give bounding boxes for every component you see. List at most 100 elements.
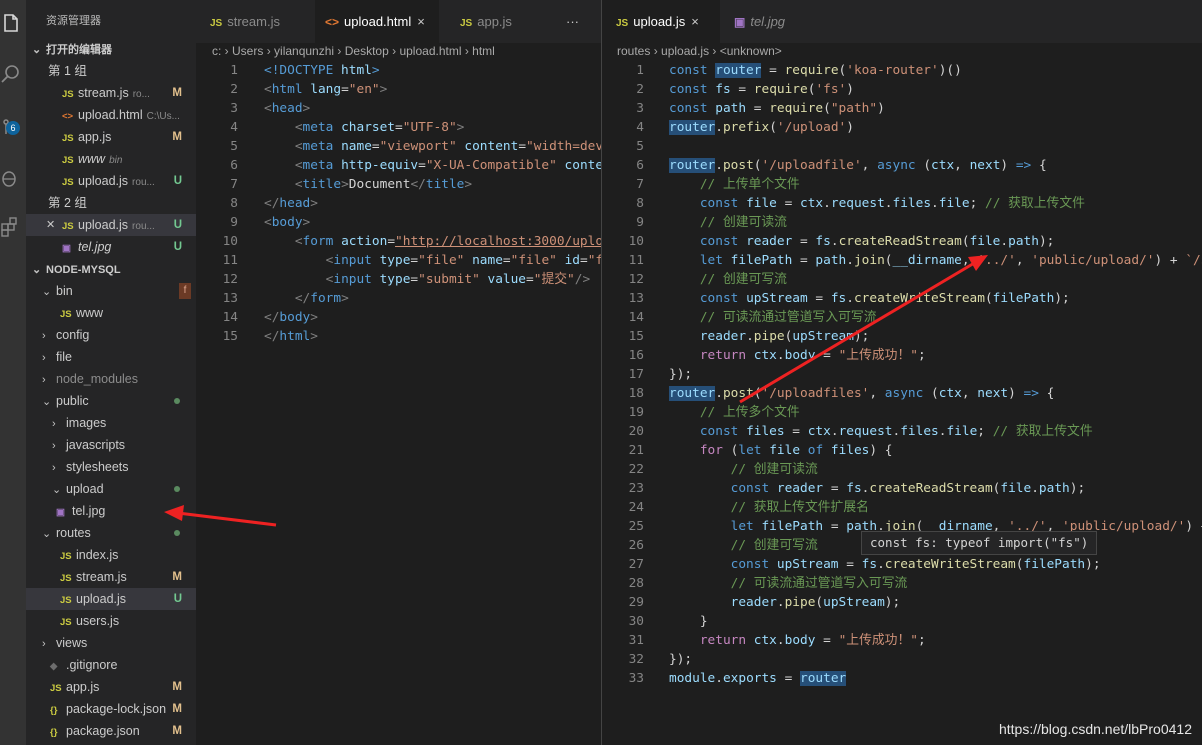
open-editor-item[interactable]: JS www bin bbox=[26, 148, 196, 170]
tree-folder[interactable]: ⌄ upload bbox=[26, 478, 196, 500]
tree-file[interactable]: {} package-lock.json M bbox=[26, 698, 196, 720]
code-token: "http://localhost:3000/upload/uploadfile… bbox=[395, 234, 601, 249]
left-code-editor[interactable]: 1 <!DOCTYPE html> 2 <html lang="en"> 3 <head>… bbox=[196, 61, 601, 745]
code-token: > bbox=[302, 101, 311, 116]
breadcrumb-item[interactable]: yilanqunzhi bbox=[274, 44, 334, 58]
explorer-icon[interactable] bbox=[0, 8, 26, 38]
code-token: router bbox=[715, 63, 762, 78]
code-line: const file = ctx.request.files.file; // … bbox=[669, 194, 1085, 213]
more-actions-icon[interactable]: ··· bbox=[566, 0, 596, 43]
code-line: <!DOCTYPE html> bbox=[264, 61, 380, 80]
git-status-badge: M bbox=[172, 703, 182, 715]
tree-file[interactable]: JS users.js bbox=[26, 610, 196, 632]
tree-folder[interactable]: › views bbox=[26, 632, 196, 654]
code-token: ( bbox=[961, 234, 970, 249]
open-editor-item[interactable]: JS stream.js ro... M bbox=[26, 82, 196, 104]
tree-folder[interactable]: ⌄ routes bbox=[26, 522, 196, 544]
tree-folder[interactable]: › javascripts bbox=[26, 434, 196, 456]
line-number: 4 bbox=[636, 120, 644, 135]
line-number: 11 bbox=[628, 253, 644, 268]
open-editor-item[interactable]: ▣ tel.jpg U bbox=[26, 236, 196, 258]
breadcrumb-item[interactable]: c: bbox=[212, 44, 221, 58]
code-token: < bbox=[294, 234, 303, 249]
code-token: ( bbox=[769, 120, 777, 135]
close-icon[interactable]: × bbox=[417, 14, 425, 29]
code-token: = bbox=[823, 519, 847, 534]
line-number: 7 bbox=[230, 177, 238, 192]
tree-file[interactable]: JS index.js bbox=[26, 544, 196, 566]
code-token: // 获取上传文件 bbox=[985, 196, 1085, 211]
code-token: router bbox=[669, 120, 716, 135]
code-token: Document bbox=[348, 177, 411, 192]
code-token: // 获取上传文件 bbox=[992, 424, 1093, 439]
tree-folder[interactable]: ⌄ bin f bbox=[26, 280, 196, 302]
code-token: body bbox=[784, 348, 816, 363]
activity-bar: 6 bbox=[0, 0, 26, 745]
tab-upload-js[interactable]: JS upload.js × bbox=[602, 0, 720, 43]
line-number: 23 bbox=[628, 481, 644, 496]
code-token: file bbox=[938, 196, 970, 211]
code-token: = bbox=[784, 424, 808, 439]
open-editors-header[interactable]: ⌄ 打开的编辑器 bbox=[26, 40, 196, 60]
tree-file[interactable]: ▣ tel.jpg bbox=[26, 500, 196, 522]
open-editor-item[interactable]: <> upload.html C:\Us... bbox=[26, 104, 196, 126]
code-token: '../' bbox=[977, 253, 1016, 268]
project-header[interactable]: ⌄ NODE-MYSQL bbox=[26, 260, 196, 280]
breadcrumb-item[interactable]: html bbox=[472, 44, 495, 58]
close-icon[interactable]: × bbox=[691, 14, 699, 29]
breadcrumb-item[interactable]: Users bbox=[232, 44, 263, 58]
code-line: const reader = fs.createReadStream(file.… bbox=[669, 232, 1055, 251]
code-token: . bbox=[884, 196, 893, 211]
tree-folder[interactable]: › images bbox=[26, 412, 196, 434]
code-token: "上传成功！" bbox=[838, 633, 918, 648]
breadcrumb-item[interactable]: upload.html bbox=[399, 44, 461, 58]
tree-folder[interactable]: › file bbox=[26, 346, 196, 368]
breadcrumb-item[interactable]: Desktop bbox=[345, 44, 389, 58]
tree-folder[interactable]: › node_modules bbox=[26, 368, 196, 390]
breadcrumb-item[interactable]: routes bbox=[617, 44, 650, 58]
code-token: } bbox=[669, 614, 708, 629]
close-icon[interactable]: ✕ bbox=[46, 214, 55, 236]
tree-file[interactable]: ◆ .gitignore bbox=[26, 654, 196, 676]
code-token: > bbox=[310, 329, 318, 344]
tab-stream-js[interactable]: JS stream.js bbox=[196, 0, 312, 43]
tree-file[interactable]: JS upload.js U bbox=[26, 588, 196, 610]
code-token: '/upload' bbox=[776, 120, 847, 135]
right-code-editor[interactable]: 1 const router = require('koa-router')() 2… bbox=[602, 61, 1202, 745]
breadcrumb-item[interactable]: upload.js bbox=[661, 44, 709, 58]
tree-folder[interactable]: › config bbox=[26, 324, 196, 346]
line-number: 28 bbox=[628, 576, 644, 591]
source-control-icon[interactable]: 6 bbox=[0, 113, 26, 143]
open-editor-item[interactable]: JS app.js M bbox=[26, 126, 196, 148]
tree-file[interactable]: JS www bbox=[26, 302, 196, 324]
tree-file[interactable]: JS app.js M bbox=[26, 676, 196, 698]
code-token: prefix bbox=[722, 120, 770, 135]
tab-upload-html[interactable]: <> upload.html × bbox=[315, 0, 439, 43]
code-token: ) bbox=[846, 120, 854, 135]
code-token: ); bbox=[1054, 291, 1070, 306]
code-token: }); bbox=[669, 652, 693, 667]
tab-app-js[interactable]: JS app.js bbox=[440, 0, 540, 43]
tree-file[interactable]: JS stream.js M bbox=[26, 566, 196, 588]
code-token: </ bbox=[410, 177, 426, 192]
code-token: upStream bbox=[776, 557, 839, 572]
tab-tel-jpg[interactable]: ▣ tel.jpg bbox=[722, 0, 822, 43]
tree-folder[interactable]: › stylesheets bbox=[26, 456, 196, 478]
search-icon[interactable] bbox=[0, 58, 26, 88]
open-editor-item[interactable]: JS upload.js rou... U bbox=[26, 170, 196, 192]
code-token: return bbox=[699, 348, 754, 363]
code-line: router.prefix('/upload') bbox=[669, 118, 854, 137]
tree-folder[interactable]: ⌄ public bbox=[26, 390, 196, 412]
line-number: 12 bbox=[222, 272, 238, 287]
code-token: // 可读流通过管道写入可写流 bbox=[730, 576, 908, 591]
breadcrumb-item[interactable]: <unknown> bbox=[720, 44, 782, 58]
code-token: "X-UA-Compatible" bbox=[425, 158, 565, 173]
code-token: = bbox=[418, 158, 426, 173]
extensions-icon[interactable] bbox=[0, 211, 26, 241]
tree-file[interactable]: {} package.json M bbox=[26, 720, 196, 742]
debug-icon[interactable] bbox=[0, 163, 26, 193]
open-editor-item[interactable]: ✕ JS upload.js rou... U bbox=[26, 214, 196, 236]
